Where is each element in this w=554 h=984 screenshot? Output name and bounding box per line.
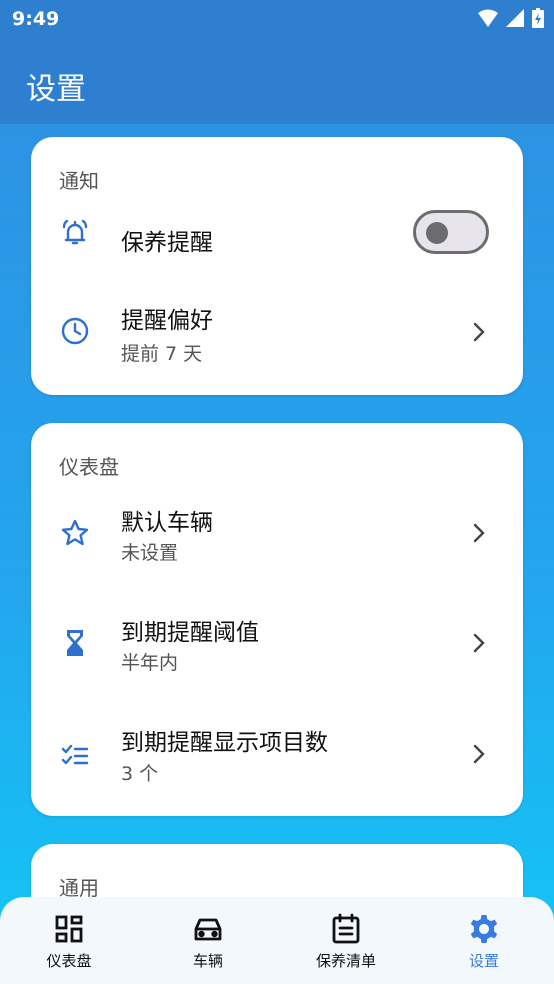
chevron-right-icon (473, 523, 485, 543)
star-outline-icon (61, 519, 89, 546)
reminder-preference-row[interactable]: 提醒偏好 提前 7 天 (31, 287, 523, 377)
due-display-count-row[interactable]: 到期提醒显示项目数 3 个 (31, 714, 523, 814)
alarm-bell-icon (62, 219, 88, 245)
due-threshold-label: 到期提醒阈值 (121, 620, 259, 646)
clock-icon (61, 317, 89, 345)
due-threshold-value: 半年内 (121, 652, 179, 674)
dashboard-card: 仪表盘 默认车辆 未设置 到期提醒阈值 半年内 到期提醒显示项目数 3 个 (31, 423, 523, 816)
nav-item-maintenance-list[interactable]: 保养清单 (296, 897, 396, 984)
gear-icon (470, 915, 498, 943)
nav-label-dashboard: 仪表盘 (46, 952, 92, 970)
nav-item-dashboard[interactable]: 仪表盘 (19, 897, 119, 984)
app-bar: 设置 (0, 38, 554, 124)
checklist-icon (61, 744, 89, 765)
toggle-knob (426, 222, 448, 244)
maintenance-reminder-toggle[interactable] (413, 210, 489, 254)
nav-item-vehicles[interactable]: 车辆 (158, 897, 258, 984)
section-title-dashboard: 仪表盘 (59, 455, 119, 479)
status-time: 9:49 (12, 8, 60, 30)
signal-icon (506, 9, 524, 27)
nav-label-settings: 设置 (468, 952, 499, 970)
maintenance-reminder-label: 保养提醒 (121, 230, 213, 256)
chevron-right-icon (473, 322, 485, 342)
chevron-right-icon (473, 744, 485, 764)
status-bar: 9:49 (0, 0, 554, 38)
maintenance-reminder-row[interactable]: 保养提醒 (31, 203, 523, 273)
reminder-preference-value: 提前 7 天 (121, 343, 203, 365)
reminder-preference-label: 提醒偏好 (121, 308, 213, 334)
default-vehicle-label: 默认车辆 (121, 510, 213, 536)
car-icon (194, 918, 222, 941)
page-title: 设置 (26, 72, 86, 107)
dashboard-icon (55, 915, 83, 943)
notifications-card: 通知 保养提醒 提醒偏好 提前 7 天 (31, 137, 523, 395)
due-display-count-label: 到期提醒显示项目数 (121, 730, 328, 756)
default-vehicle-row[interactable]: 默认车辆 未设置 (31, 493, 523, 593)
nav-item-settings[interactable]: 设置 (434, 897, 534, 984)
checklist-icon (332, 913, 360, 944)
nav-label-maintenance-list: 保养清单 (315, 952, 376, 970)
system-icons (478, 8, 544, 28)
wifi-icon (478, 9, 498, 27)
battery-icon (532, 8, 544, 28)
nav-label-vehicles: 车辆 (192, 952, 223, 970)
chevron-right-icon (473, 633, 485, 653)
due-threshold-row[interactable]: 到期提醒阈值 半年内 (31, 603, 523, 703)
default-vehicle-value: 未设置 (121, 542, 179, 564)
due-display-count-value: 3 个 (121, 763, 159, 785)
bottom-navigation: 仪表盘 车辆 保养清单 设置 (0, 897, 554, 984)
hourglass-icon (67, 630, 83, 656)
section-title-notifications: 通知 (59, 169, 99, 193)
